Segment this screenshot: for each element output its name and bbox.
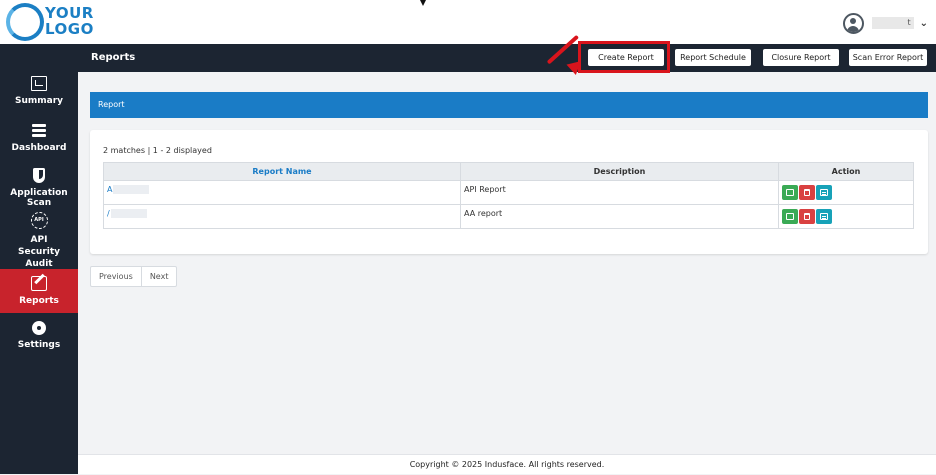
company-logo[interactable]: YOUR LOGO (6, 2, 106, 42)
trash-icon (804, 213, 810, 220)
sidebar-item-api-security-audit[interactable]: API API Security Audit (0, 212, 78, 269)
sidebar-item-label: Summary (14, 96, 64, 106)
sidebar-item-label: Dashboard (11, 143, 67, 153)
api-icon: API (30, 212, 48, 229)
list-icon (820, 189, 828, 196)
report-section-bar: Report (90, 92, 928, 118)
sidebar-item-reports[interactable]: Reports (0, 269, 78, 313)
redacted-text (110, 209, 147, 218)
trash-icon (804, 189, 810, 196)
column-header-report-name[interactable]: Report Name (103, 162, 461, 181)
table-row: / AA report (103, 204, 914, 229)
user-circle-icon[interactable] (842, 12, 864, 34)
action-cell (778, 204, 914, 229)
user-name[interactable]: t (871, 17, 914, 29)
sidebar-item-settings[interactable]: Settings (0, 321, 78, 363)
view-report-button[interactable] (816, 209, 832, 224)
top-bar: YOUR LOGO t ⌄ (0, 0, 936, 44)
redacted-text (113, 185, 150, 194)
view-report-button[interactable] (816, 185, 832, 200)
edit-report-button[interactable] (782, 209, 798, 224)
report-table: Report Name Description Action A API Rep… (103, 162, 914, 229)
edit-icon (786, 189, 794, 196)
delete-report-button[interactable] (799, 209, 815, 224)
report-name-link[interactable]: / (107, 209, 110, 218)
closure-report-button[interactable]: Closure Report (763, 49, 839, 66)
summary-icon (31, 76, 47, 91)
mouse-cursor-icon (420, 0, 426, 6)
sidebar-item-label: Reports (19, 296, 59, 306)
action-cell (778, 180, 914, 205)
description-cell: API Report (460, 180, 779, 205)
gear-icon (32, 321, 46, 335)
edit-icon (786, 213, 794, 220)
table-header-row: Report Name Description Action (103, 162, 914, 181)
scan-error-report-button[interactable]: Scan Error Report (849, 49, 927, 66)
logo-ring-icon (6, 3, 44, 41)
logo-line-2: LOGO (45, 20, 94, 38)
sidebar-item-summary[interactable]: Summary (0, 76, 78, 118)
sidebar-item-application-scan[interactable]: Application Scan (0, 168, 78, 210)
sidebar: Summary Dashboard Application Scan API A… (0, 44, 78, 474)
match-summary: 2 matches | 1 - 2 displayed (103, 146, 212, 155)
sidebar-item-dashboard[interactable]: Dashboard (0, 123, 78, 165)
sidebar-item-label: Application Scan (10, 188, 68, 208)
column-header-description: Description (460, 162, 779, 181)
report-name-cell[interactable]: / (103, 204, 461, 229)
logo-text: YOUR LOGO (45, 5, 94, 37)
previous-page-button[interactable]: Previous (91, 267, 141, 286)
list-icon (820, 213, 828, 220)
shield-icon (33, 168, 45, 183)
pagination: Previous Next (90, 266, 178, 287)
footer: Copyright © 2025 Indusface. All rights r… (78, 454, 936, 474)
sidebar-item-label: API Security Audit (17, 235, 61, 269)
edit-report-button[interactable] (782, 185, 798, 200)
table-row: A API Report (103, 180, 914, 205)
description-cell: AA report (460, 204, 779, 229)
user-menu[interactable]: t ⌄ (842, 11, 928, 35)
highlight-box (578, 41, 670, 73)
page-header: Reports Create Report Report Schedule Cl… (78, 44, 936, 72)
section-title: Report (98, 100, 125, 109)
database-icon (31, 123, 47, 138)
report-schedule-button[interactable]: Report Schedule (675, 49, 751, 66)
edit-icon (31, 276, 47, 291)
page-title: Reports (91, 52, 136, 63)
next-page-button[interactable]: Next (140, 267, 177, 286)
report-name-link[interactable]: A (107, 185, 112, 194)
sidebar-item-label: Settings (17, 340, 61, 350)
chevron-down-icon[interactable]: ⌄ (920, 18, 928, 29)
report-name-cell[interactable]: A (103, 180, 461, 205)
report-card: 2 matches | 1 - 2 displayed Report Name … (90, 130, 928, 254)
delete-report-button[interactable] (799, 185, 815, 200)
logo-line-1: YOUR (45, 4, 94, 22)
column-header-action: Action (778, 162, 914, 181)
